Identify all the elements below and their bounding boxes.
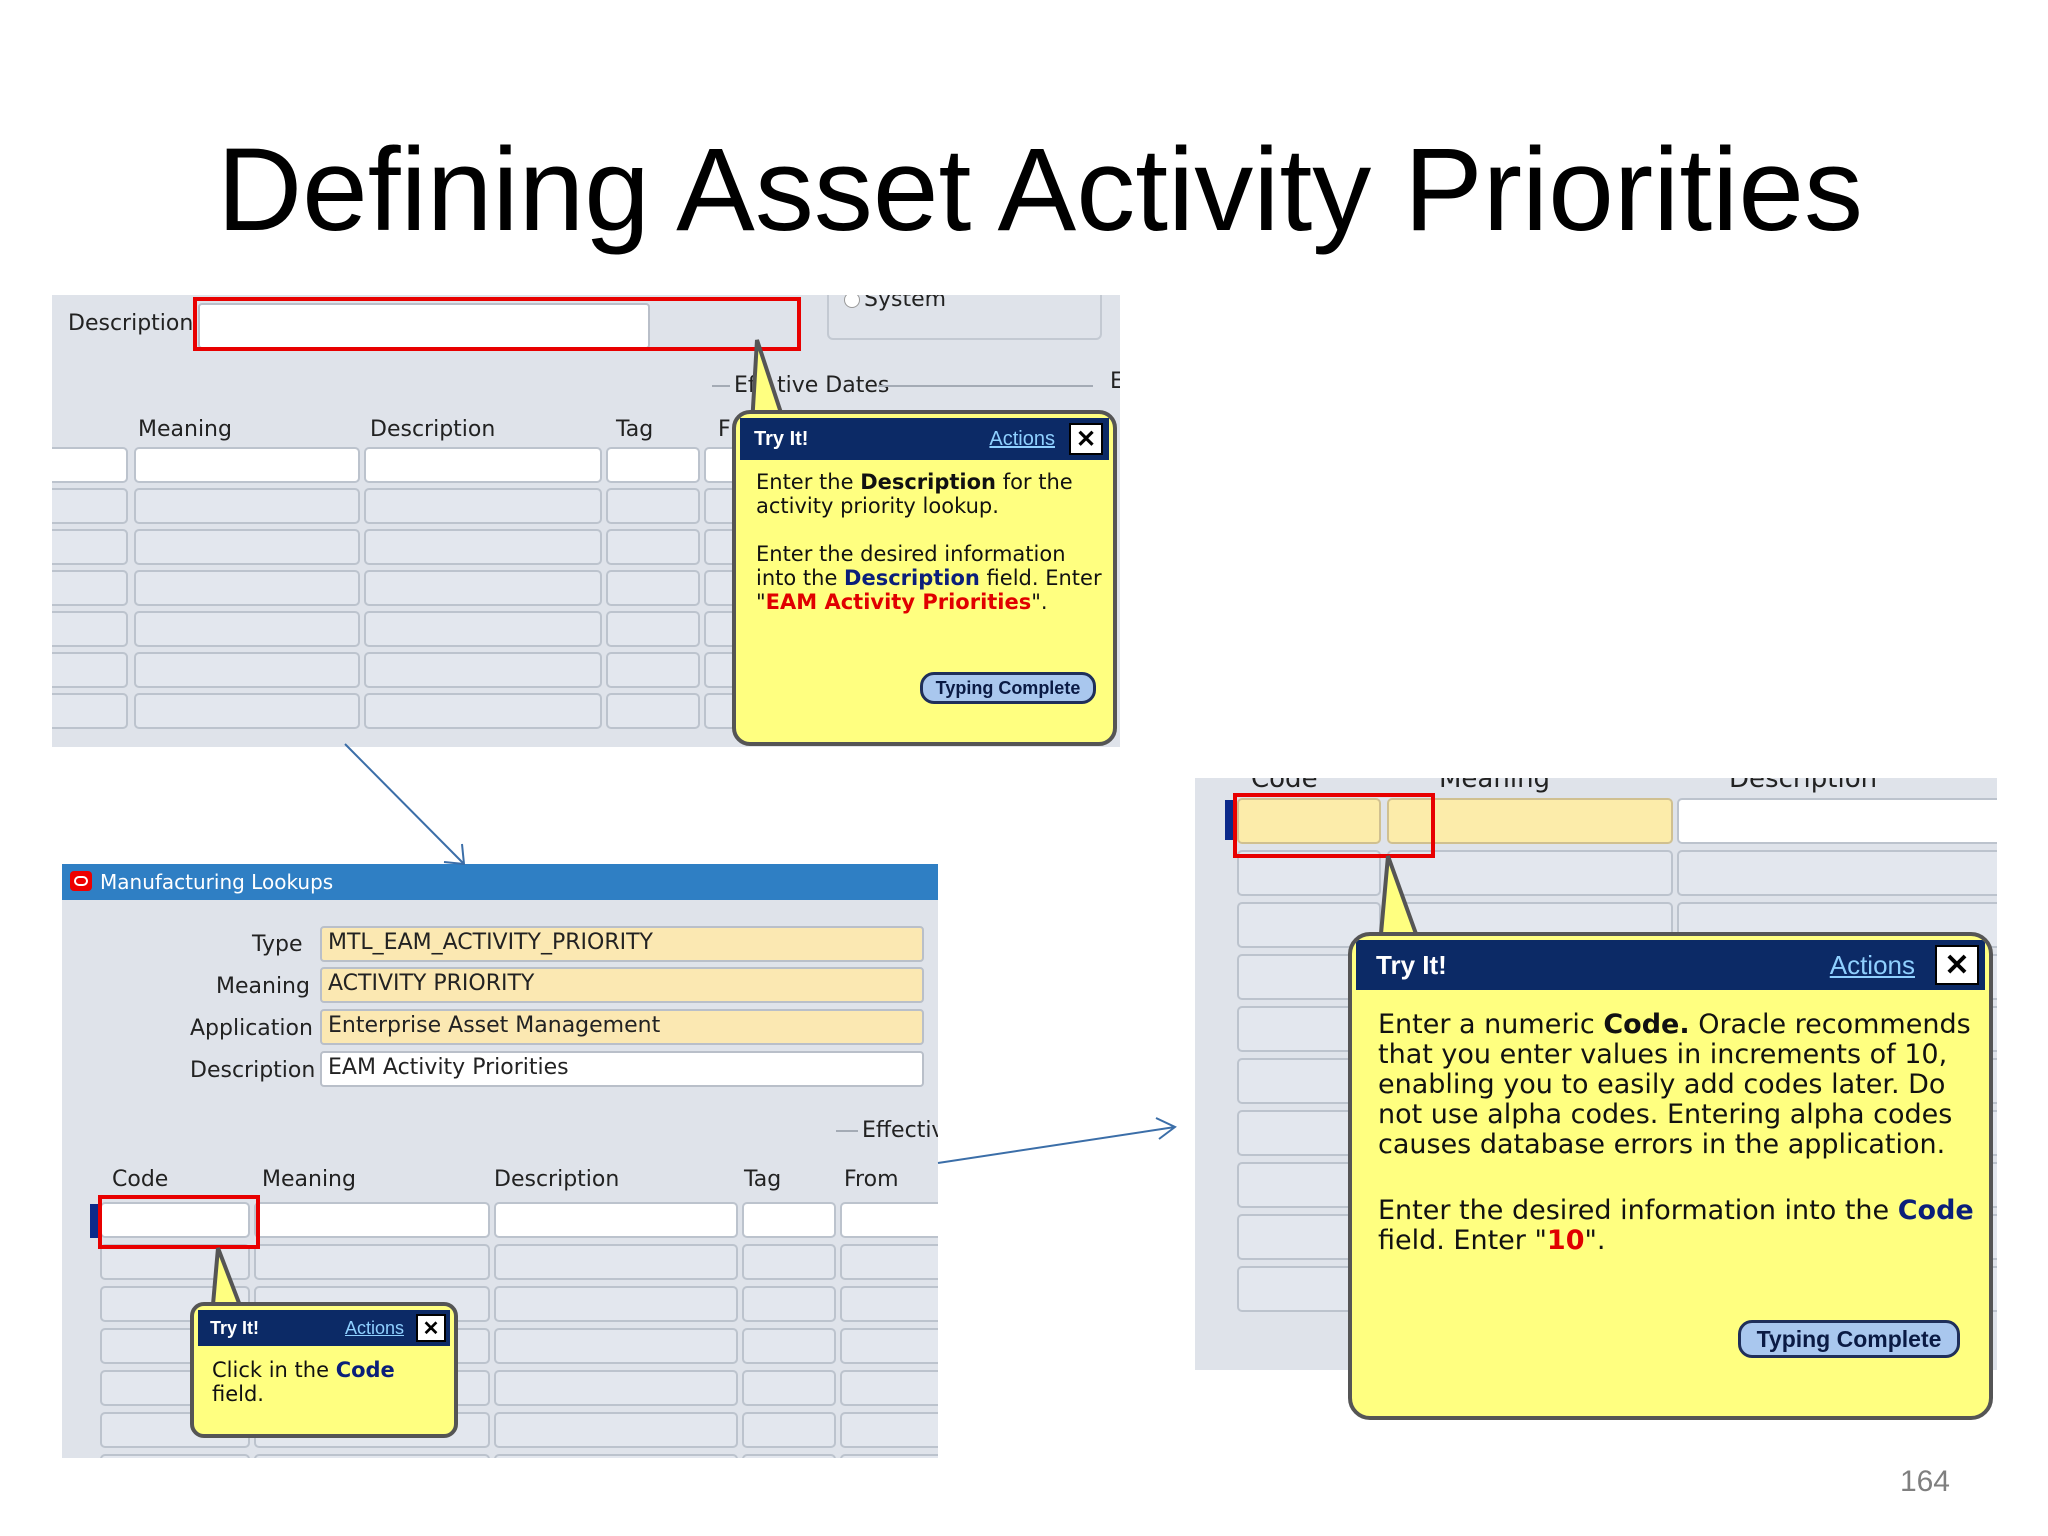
- page-number: 164: [1899, 1465, 1950, 1498]
- connector-arrows: [344, 743, 1177, 1164]
- arrow-top-to-left: [344, 743, 465, 865]
- arrow-left-to-right: [937, 1126, 1176, 1164]
